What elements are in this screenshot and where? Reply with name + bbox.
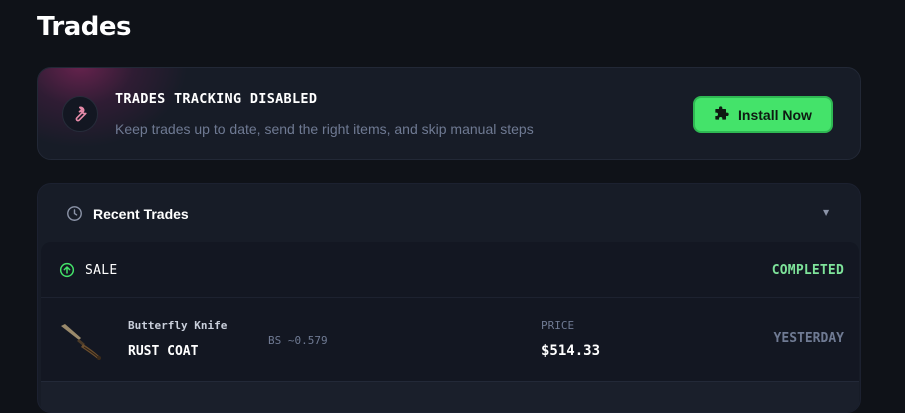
clock-icon bbox=[66, 205, 83, 226]
banner-description: Keep trades up to date, send the right i… bbox=[115, 121, 534, 137]
trade-row[interactable]: SALE COMPLETED Butterfly Knife RUST COAT… bbox=[41, 242, 859, 382]
install-now-label: Install Now bbox=[738, 106, 812, 123]
wrench-icon bbox=[62, 96, 98, 132]
banner-title: TRADES TRACKING DISABLED bbox=[115, 91, 318, 107]
chevron-down-icon[interactable]: ▼ bbox=[823, 208, 829, 217]
price-label: PRICE bbox=[541, 319, 575, 332]
item-image bbox=[59, 322, 105, 366]
price-value: $514.33 bbox=[541, 343, 601, 359]
list-item[interactable] bbox=[41, 381, 859, 412]
item-float: BS ~0.579 bbox=[268, 334, 328, 347]
arrow-up-circle-icon bbox=[59, 262, 75, 282]
trade-type: SALE bbox=[85, 263, 118, 278]
recent-trades-panel: Recent Trades ▼ SALE COMPLETED Butterfly… bbox=[37, 183, 861, 413]
trade-row-header: SALE COMPLETED bbox=[41, 242, 859, 298]
trade-status: COMPLETED bbox=[771, 263, 844, 278]
install-now-button[interactable]: Install Now bbox=[693, 96, 833, 133]
recent-trades-header[interactable]: Recent Trades ▼ bbox=[38, 184, 860, 242]
tracking-disabled-banner: TRADES TRACKING DISABLED Keep trades up … bbox=[37, 67, 861, 160]
recent-trades-title: Recent Trades bbox=[93, 206, 189, 222]
trade-time: YESTERDAY bbox=[773, 331, 844, 346]
puzzle-icon bbox=[714, 105, 730, 124]
page-title: Trades bbox=[37, 12, 131, 42]
item-skin: RUST COAT bbox=[128, 344, 199, 359]
item-name: Butterfly Knife bbox=[128, 319, 228, 332]
